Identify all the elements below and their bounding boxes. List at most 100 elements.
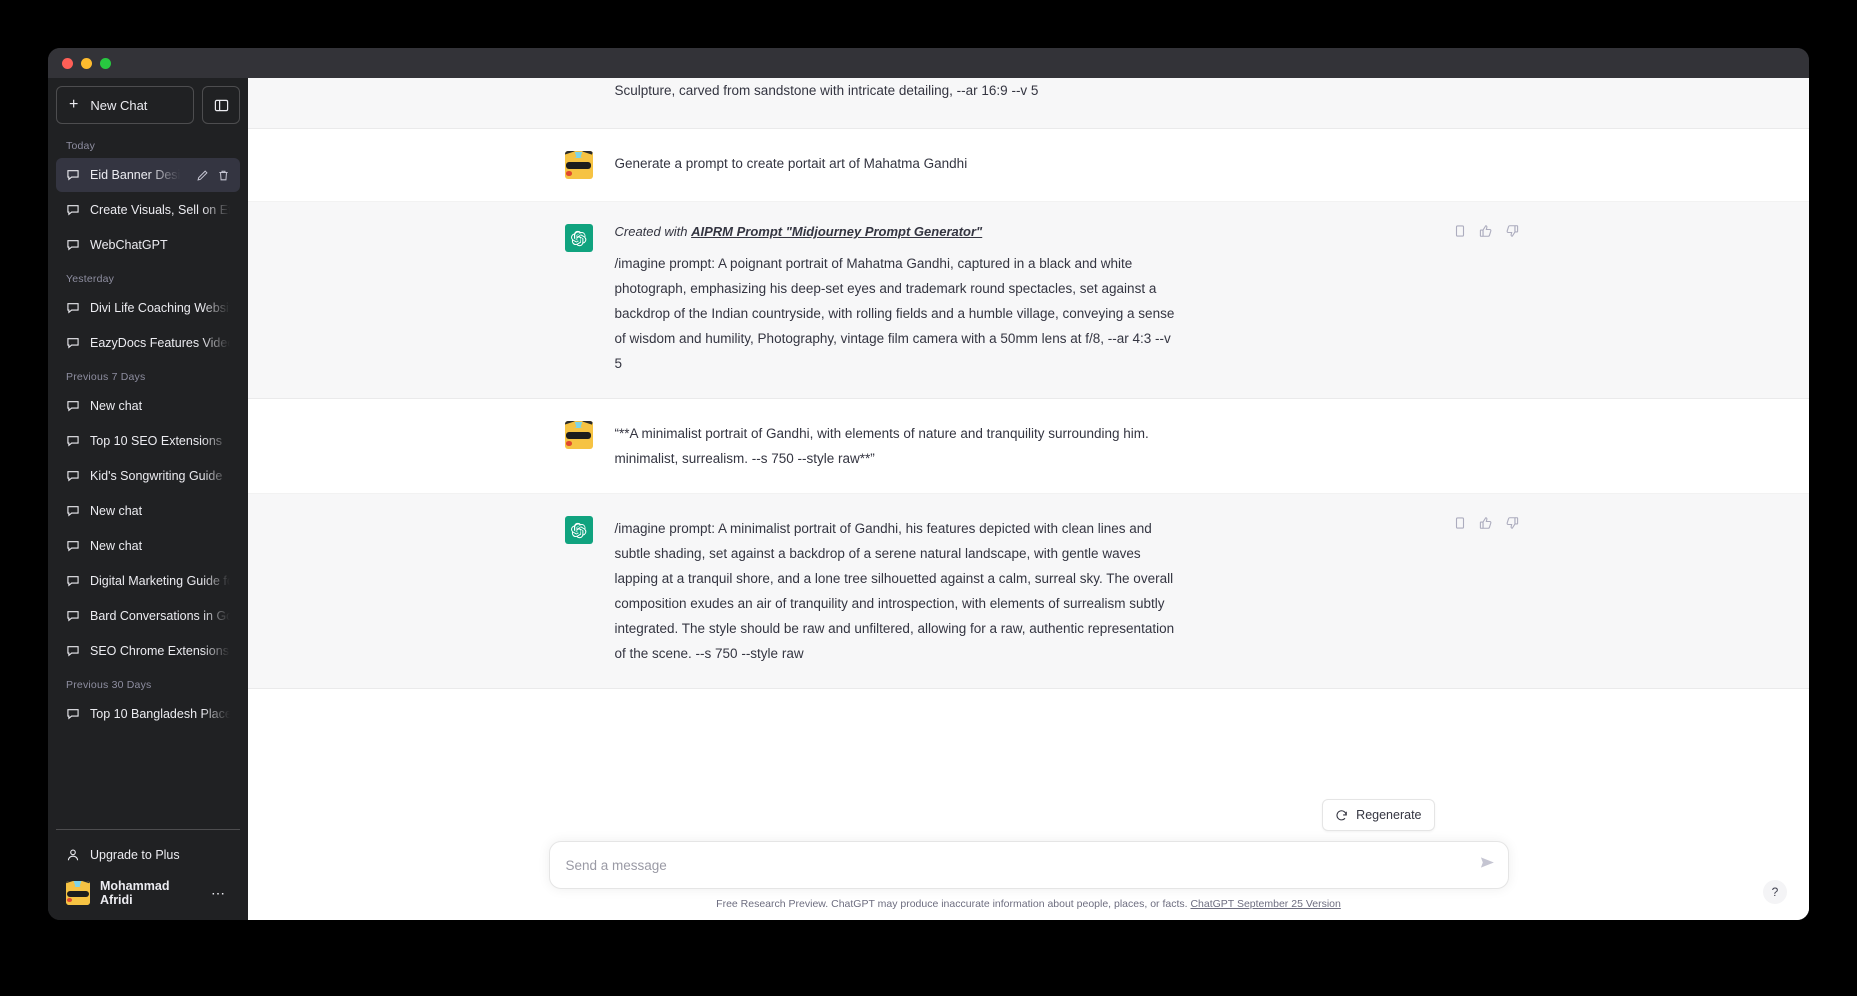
- chat-bubble-icon: [67, 303, 79, 314]
- version-link[interactable]: ChatGPT September 25 Version: [1190, 898, 1340, 910]
- chat-history-item[interactable]: New chat: [56, 389, 240, 423]
- edit-button[interactable]: [196, 169, 209, 182]
- avatar: [564, 421, 593, 449]
- chat-bubble-icon: [66, 336, 80, 350]
- help-button[interactable]: ?: [1763, 880, 1787, 904]
- chat-history-item[interactable]: EazyDocs Features Video: [56, 326, 240, 360]
- chat-history-item[interactable]: Bard Conversations in Google: [56, 599, 240, 633]
- chat-history-item[interactable]: Eid Banner Design Pro: [56, 158, 240, 192]
- search-input message-input[interactable]: [565, 857, 1462, 873]
- chat-history-item[interactable]: Top 10 SEO Extensions: [56, 424, 240, 458]
- assistant-message: Sculpture, carved from sandstone with in…: [248, 78, 1809, 129]
- user-message: “**A minimalist portrait of Gandhi, with…: [248, 399, 1809, 494]
- copy-button[interactable]: [1453, 224, 1467, 238]
- chat-bubble-icon: [67, 170, 79, 181]
- edit-icon: [197, 169, 208, 181]
- message-inner: Created with AIPRM Prompt "Midjourney Pr…: [539, 224, 1519, 376]
- assistant-message: Created with AIPRM Prompt "Midjourney Pr…: [248, 202, 1809, 399]
- user-account-button[interactable]: Mohammad Afridi ⋯: [56, 874, 240, 912]
- footnote-text: Free Research Preview. ChatGPT may produ…: [716, 898, 1191, 910]
- chat-item-actions: [196, 169, 230, 182]
- chat-bubble-icon: [67, 506, 79, 517]
- message-actions: [1453, 224, 1519, 238]
- trash-button[interactable]: [217, 169, 230, 182]
- chat-bubble-icon: [66, 707, 80, 721]
- created-with-prefix: Created with: [614, 224, 692, 239]
- chat-history-item[interactable]: Kid's Songwriting Guide: [56, 459, 240, 493]
- chat-bubble-icon: [67, 338, 79, 349]
- message-inner: Generate a prompt to create portait art …: [539, 151, 1519, 179]
- thumbs-down-button[interactable]: [1505, 516, 1519, 530]
- message-text: “**A minimalist portrait of Gandhi, with…: [614, 426, 1153, 466]
- aiprm-prompt-link[interactable]: AIPRM Prompt "Midjourney Prompt Generato…: [691, 224, 982, 239]
- message-body: Generate a prompt to create portait art …: [615, 151, 1493, 179]
- chat-bubble-icon: [67, 611, 79, 622]
- chat-bubble-icon: [67, 205, 79, 216]
- chat-history-item[interactable]: Divi Life Coaching Website: [56, 291, 240, 325]
- chat-bubble-icon: [67, 709, 79, 720]
- sidebar-panel-icon: [214, 99, 228, 111]
- chat-history-item-label: New chat: [90, 399, 143, 413]
- copy-button[interactable]: [1453, 516, 1467, 530]
- chat-bubble-icon: [66, 434, 80, 448]
- copy-icon: [1455, 517, 1464, 529]
- message-list[interactable]: Sculpture, carved from sandstone with in…: [248, 78, 1809, 799]
- chat-bubble-icon: [66, 238, 80, 252]
- message-text: /imagine prompt: A minimalist portrait o…: [614, 521, 1178, 661]
- avatar: [564, 151, 593, 179]
- sidebar: + New Chat Today Eid Banner Design Pro Cre…: [48, 78, 248, 920]
- chat-history-item-label: WebChatGPT: [90, 238, 168, 252]
- chat-bubble-icon: [66, 168, 80, 182]
- chat-history-item[interactable]: Top 10 Bangladesh Places: [56, 697, 240, 731]
- refresh-icon: [1336, 809, 1347, 820]
- thumbs-down-icon: [1506, 517, 1518, 529]
- window-close-button[interactable]: [62, 57, 73, 69]
- chat-history-item-label: Bard Conversations in Google: [90, 609, 230, 623]
- thumbs-down-button[interactable]: [1505, 224, 1519, 238]
- chat-history-item[interactable]: Create Visuals, Sell on Etsy: [56, 193, 240, 227]
- chat-history-item-label: Eid Banner Design Pro: [90, 168, 186, 182]
- chat-bubble-icon: [66, 539, 80, 553]
- thumbs-up-button[interactable]: [1479, 224, 1493, 238]
- window-titlebar: [48, 48, 1809, 78]
- chat-history-item[interactable]: Digital Marketing Guide for Students: [56, 564, 240, 598]
- chat-history-item[interactable]: New chat: [56, 529, 240, 563]
- thumbs-up-icon: [1479, 517, 1491, 529]
- chatgpt-logo: [564, 224, 593, 252]
- chat-bubble-icon: [66, 574, 80, 588]
- chat-history-item[interactable]: New chat: [56, 494, 240, 528]
- chat-bubble-icon: [66, 504, 80, 518]
- chatgpt-logo-icon: [571, 522, 587, 538]
- thumbs-up-button[interactable]: [1479, 516, 1493, 530]
- message-body: Created with AIPRM Prompt "Midjourney Pr…: [615, 224, 1493, 376]
- message-body: Sculpture, carved from sandstone with in…: [615, 78, 1493, 106]
- message-inner: “**A minimalist portrait of Gandhi, with…: [539, 421, 1519, 471]
- message-body: /imagine prompt: A minimalist portrait o…: [615, 516, 1493, 666]
- regenerate-button[interactable]: Regenerate: [1322, 799, 1435, 831]
- chat-bubble-icon: [67, 240, 79, 251]
- window-minimize-button[interactable]: [81, 57, 92, 69]
- person-icon: [67, 849, 79, 861]
- chat-history-item[interactable]: WebChatGPT: [56, 228, 240, 262]
- new-chat-button[interactable]: + New Chat: [56, 86, 194, 124]
- ellipsis-icon[interactable]: ⋯: [211, 885, 230, 902]
- sidebar-panel-toggle-button[interactable]: [202, 86, 240, 124]
- chat-history-item-label: SEO Chrome Extensions 2023: [90, 644, 230, 658]
- send-button[interactable]: [1479, 854, 1496, 876]
- upgrade-to-plus-button[interactable]: Upgrade to Plus: [56, 836, 240, 874]
- chat-group-label: Yesterday: [66, 273, 115, 285]
- sidebar-header: + New Chat: [56, 86, 240, 124]
- user-message: Generate a prompt to create portait art …: [248, 129, 1809, 202]
- upgrade-label: Upgrade to Plus: [90, 848, 180, 862]
- trash-icon: [219, 170, 228, 180]
- chat-history-item[interactable]: SEO Chrome Extensions 2023: [56, 634, 240, 668]
- chat-history-item-label: Top 10 SEO Extensions: [90, 434, 223, 448]
- window-maximize-button[interactable]: [100, 57, 111, 69]
- chat-bubble-icon: [66, 609, 80, 623]
- chat-history-list[interactable]: Today Eid Banner Design Pro Create Visuals…: [56, 130, 240, 829]
- message-input-box[interactable]: [548, 841, 1509, 889]
- chat-bubble-icon: [67, 576, 79, 587]
- chat-history-item-label: Kid's Songwriting Guide: [90, 469, 223, 483]
- help-label: ?: [1771, 885, 1779, 899]
- message-text: Sculpture, carved from sandstone with in…: [614, 83, 1039, 98]
